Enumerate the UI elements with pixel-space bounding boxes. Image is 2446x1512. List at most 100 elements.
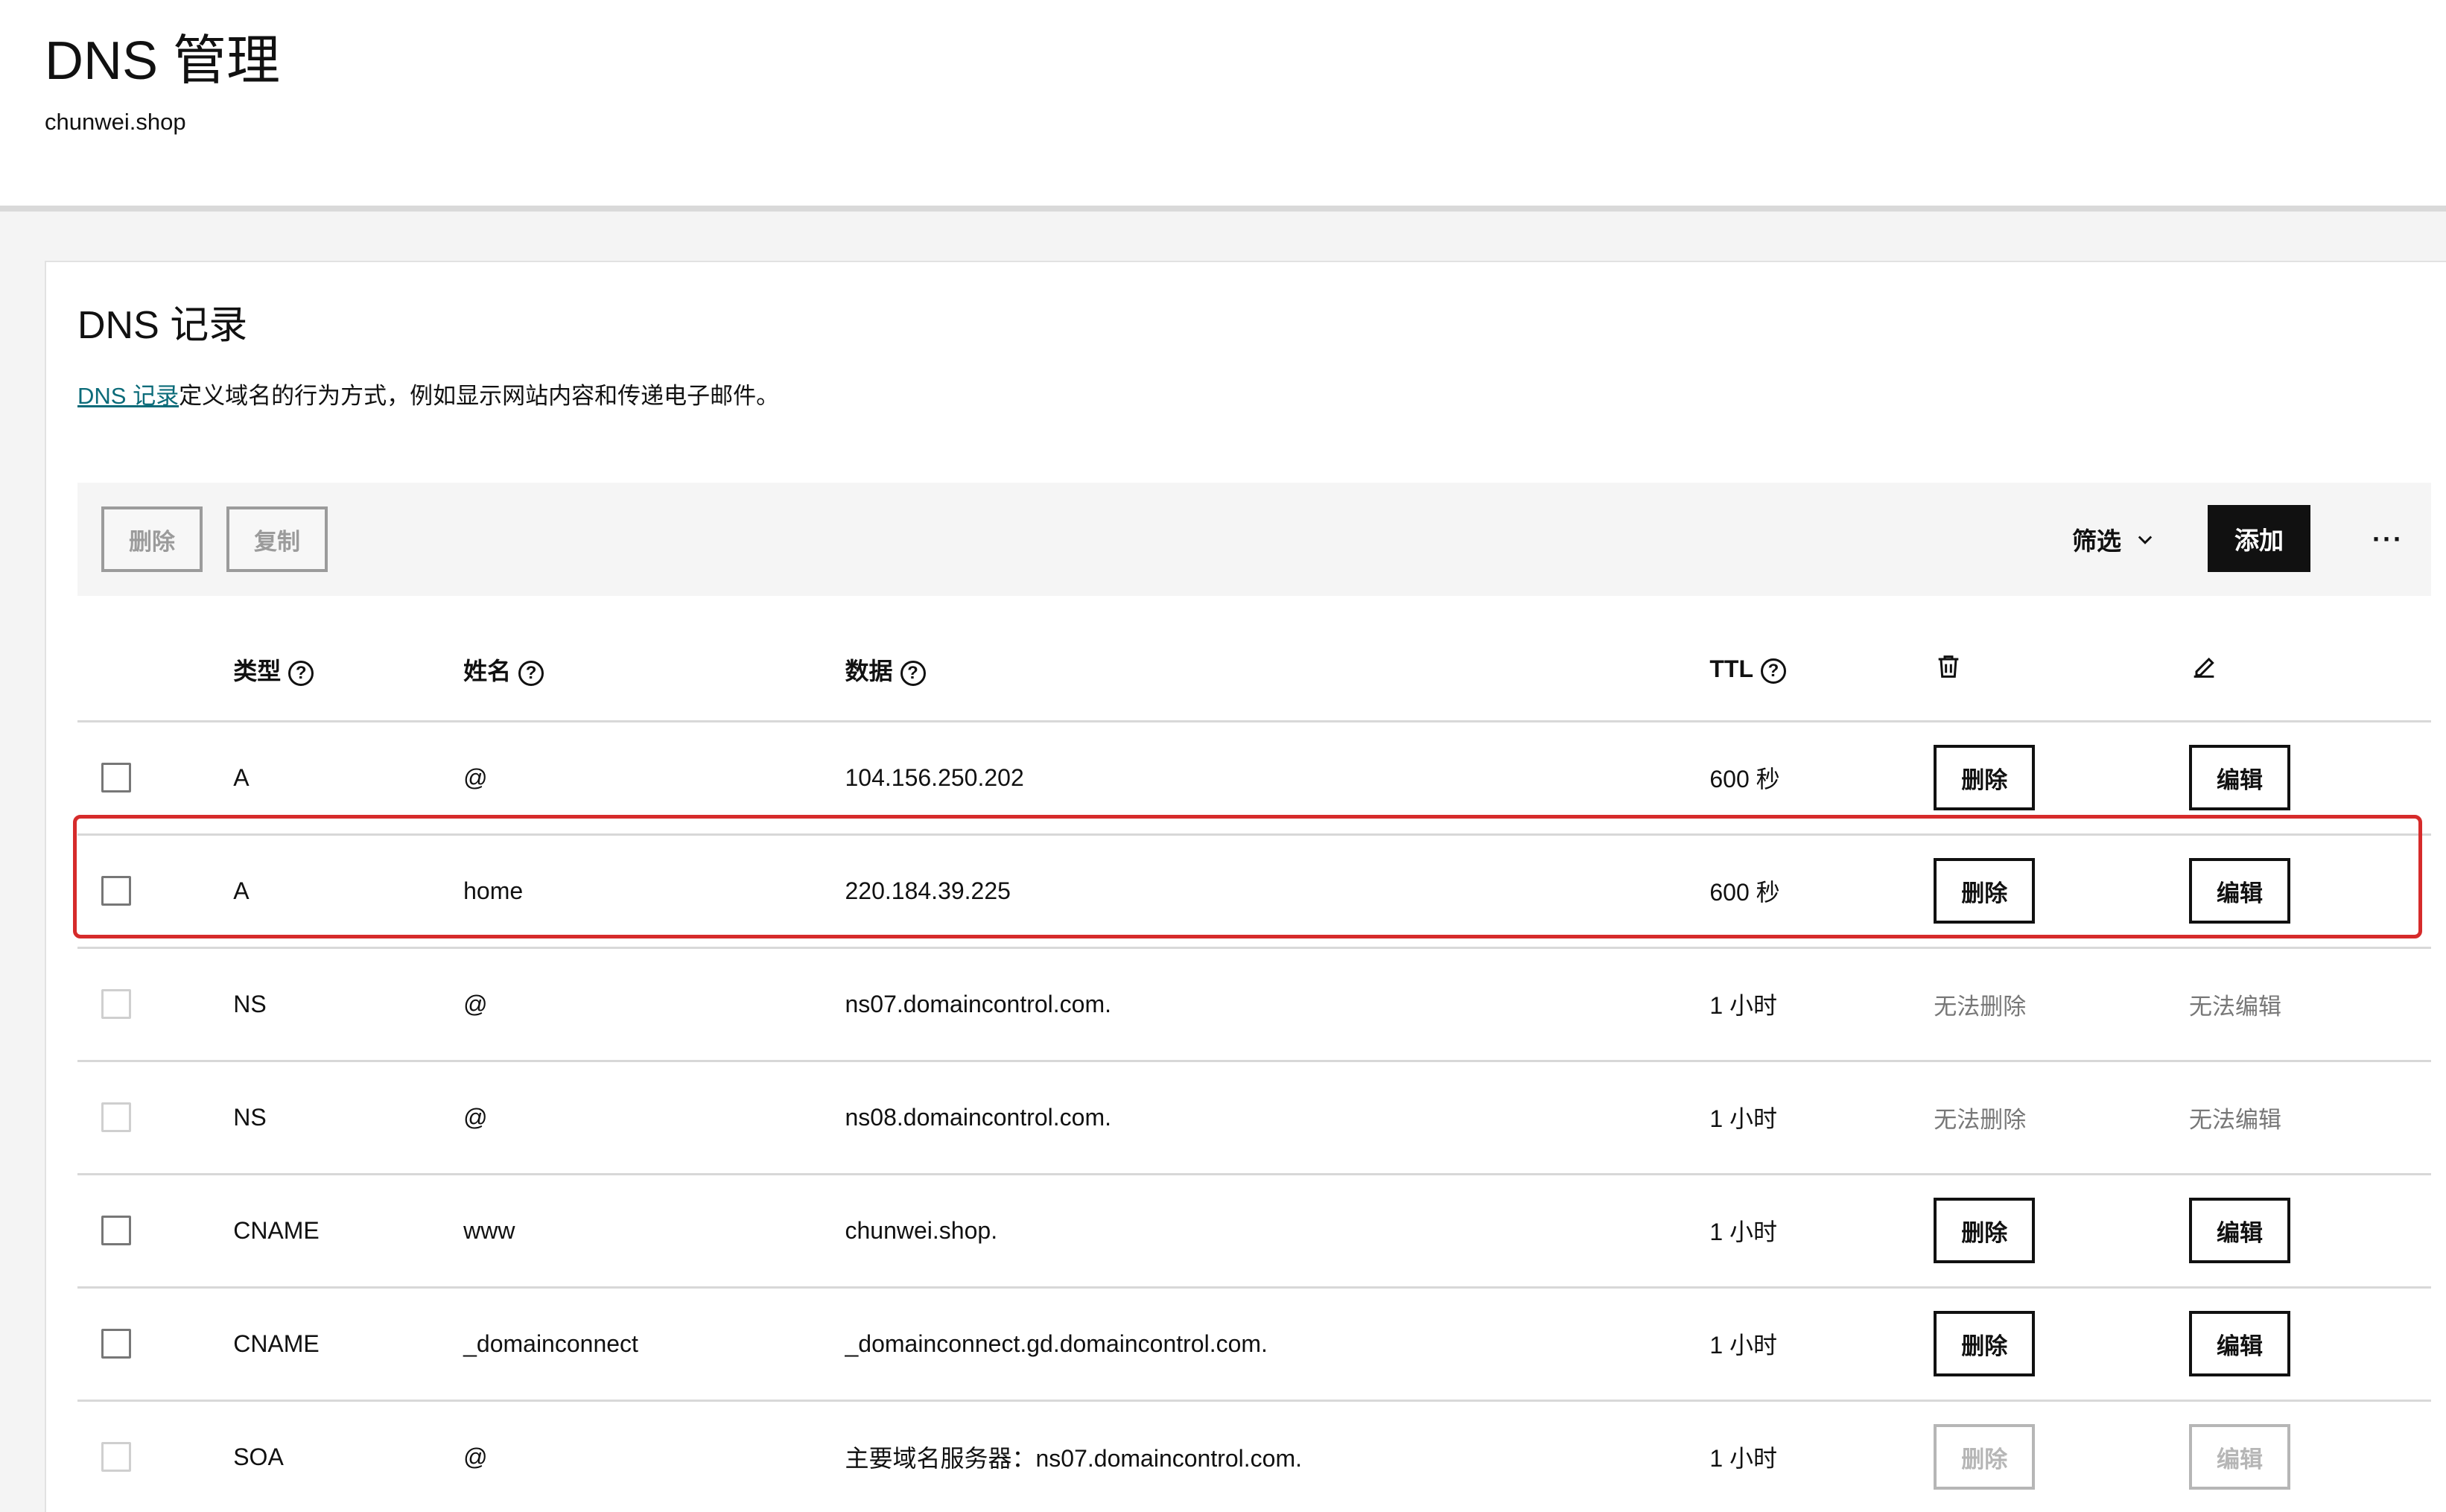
type-cell: A xyxy=(233,834,464,949)
row-checkbox[interactable] xyxy=(101,1329,131,1359)
page-header: DNS 管理 chunwei.shop xyxy=(0,0,2446,212)
toolbar: 删除 复制 筛选 添加 ··· xyxy=(77,483,2431,596)
type-cell: A xyxy=(233,721,464,836)
section-description: DNS 记录定义域名的行为方式，例如显示网站内容和传递电子邮件。 xyxy=(77,377,779,410)
data-cell: chunwei.shop. xyxy=(845,1174,1710,1289)
row-select-cell xyxy=(77,947,234,1062)
data-cell: 220.184.39.225 xyxy=(845,834,1710,949)
row-checkbox[interactable] xyxy=(101,876,131,906)
delete-cell: 无法删除 xyxy=(1934,947,2190,1062)
edit-button[interactable]: 编辑 xyxy=(2189,1198,2291,1263)
header-type-label: 类型 xyxy=(233,658,282,685)
cannot-edit-text: 无法编辑 xyxy=(2189,1106,2282,1133)
edit-cell: 编辑 xyxy=(2189,1400,2431,1512)
header-data: 数据? xyxy=(845,620,1710,722)
edit-cell: 无法编辑 xyxy=(2189,947,2431,1062)
type-cell: NS xyxy=(233,1061,464,1175)
delete-button-disabled: 删除 xyxy=(1934,1424,2036,1490)
edit-cell: 编辑 xyxy=(2189,1174,2431,1289)
ttl-cell: 1 小时 xyxy=(1709,1061,1934,1175)
edit-cell: 编辑 xyxy=(2189,1287,2431,1402)
row-checkbox-disabled xyxy=(101,1442,131,1472)
help-icon[interactable]: ? xyxy=(900,660,926,686)
bulk-delete-button[interactable]: 删除 xyxy=(101,506,203,572)
delete-button[interactable]: 删除 xyxy=(1934,1311,2036,1376)
copy-button[interactable]: 复制 xyxy=(226,506,328,572)
table-row: CNAME _domainconnect _domainconnect.gd.d… xyxy=(77,1287,2431,1402)
name-cell: www xyxy=(463,1174,845,1289)
data-cell: 104.156.250.202 xyxy=(845,721,1710,836)
domain-name: chunwei.shop xyxy=(45,109,186,135)
header-name: 姓名? xyxy=(463,620,845,722)
row-select-cell xyxy=(77,721,234,836)
help-icon[interactable]: ? xyxy=(1761,658,1786,684)
table-row: CNAME www chunwei.shop. 1 小时 删除 编辑 xyxy=(77,1174,2431,1289)
data-cell: _domainconnect.gd.domaincontrol.com. xyxy=(845,1287,1710,1402)
table-row: A @ 104.156.250.202 600 秒 删除 编辑 xyxy=(77,721,2431,836)
type-cell: NS xyxy=(233,947,464,1062)
name-cell: @ xyxy=(463,721,845,836)
ttl-cell: 600 秒 xyxy=(1709,834,1934,949)
ttl-cell: 1 小时 xyxy=(1709,1174,1934,1289)
data-cell: 主要域名服务器：ns07.domaincontrol.com. xyxy=(845,1400,1710,1512)
edit-cell: 无法编辑 xyxy=(2189,1061,2431,1175)
table-row: SOA @ 主要域名服务器：ns07.domaincontrol.com. 1 … xyxy=(77,1400,2431,1512)
edit-button[interactable]: 编辑 xyxy=(2189,745,2291,810)
table-row: NS @ ns08.domaincontrol.com. 1 小时 无法删除 无… xyxy=(77,1061,2431,1175)
header-type: 类型? xyxy=(233,620,464,722)
description-text: 定义域名的行为方式，例如显示网站内容和传递电子邮件。 xyxy=(179,383,780,409)
row-checkbox-disabled xyxy=(101,989,131,1019)
more-options-icon[interactable]: ··· xyxy=(2358,506,2418,572)
delete-cell: 删除 xyxy=(1934,1287,2190,1402)
name-cell: @ xyxy=(463,1400,845,1512)
type-cell: CNAME xyxy=(233,1174,464,1289)
header-ttl-label: TTL xyxy=(1709,655,1753,683)
name-cell: _domainconnect xyxy=(463,1287,845,1402)
edit-cell: 编辑 xyxy=(2189,721,2431,836)
filter-dropdown[interactable]: 筛选 xyxy=(2072,506,2156,572)
row-checkbox[interactable] xyxy=(101,1216,131,1245)
page-title: DNS 管理 xyxy=(45,31,281,91)
header-edit xyxy=(2189,620,2431,722)
table-row: NS @ ns07.domaincontrol.com. 1 小时 无法删除 无… xyxy=(77,947,2431,1062)
delete-button[interactable]: 删除 xyxy=(1934,858,2036,924)
ttl-cell: 1 小时 xyxy=(1709,1287,1934,1402)
cannot-edit-text: 无法编辑 xyxy=(2189,993,2282,1020)
delete-cell: 删除 xyxy=(1934,1174,2190,1289)
delete-cell: 删除 xyxy=(1934,1400,2190,1512)
ttl-cell: 1 小时 xyxy=(1709,1400,1934,1512)
delete-button[interactable]: 删除 xyxy=(1934,745,2036,810)
row-checkbox-disabled xyxy=(101,1102,131,1132)
header-name-label: 姓名 xyxy=(463,658,512,685)
type-cell: CNAME xyxy=(233,1287,464,1402)
row-select-cell xyxy=(77,1174,234,1289)
header-delete xyxy=(1934,620,2190,722)
cannot-delete-text: 无法删除 xyxy=(1934,1106,2027,1133)
row-select-cell xyxy=(77,1400,234,1512)
filter-label: 筛选 xyxy=(2072,527,2121,555)
header-select xyxy=(77,620,234,722)
edit-button[interactable]: 编辑 xyxy=(2189,1311,2291,1376)
chevron-down-icon xyxy=(2138,536,2153,544)
delete-button[interactable]: 删除 xyxy=(1934,1198,2036,1263)
help-icon[interactable]: ? xyxy=(518,660,544,686)
delete-cell: 删除 xyxy=(1934,834,2190,949)
row-checkbox[interactable] xyxy=(101,763,131,792)
name-cell: @ xyxy=(463,947,845,1062)
cannot-delete-text: 无法删除 xyxy=(1934,993,2027,1020)
dns-records-link[interactable]: DNS 记录 xyxy=(77,383,179,409)
edit-cell: 编辑 xyxy=(2189,834,2431,949)
help-icon[interactable]: ? xyxy=(288,660,314,686)
add-record-button[interactable]: 添加 xyxy=(2208,505,2310,572)
row-select-cell xyxy=(77,1287,234,1402)
name-cell: home xyxy=(463,834,845,949)
header-data-label: 数据 xyxy=(845,658,893,685)
data-cell: ns07.domaincontrol.com. xyxy=(845,947,1710,1062)
data-cell: ns08.domaincontrol.com. xyxy=(845,1061,1710,1175)
dns-records-table: 类型? 姓名? 数据? TTL? A @ 104.156.250.202 600… xyxy=(77,620,2431,1512)
delete-cell: 删除 xyxy=(1934,721,2190,836)
row-select-cell xyxy=(77,1061,234,1175)
pencil-icon xyxy=(2194,658,2214,679)
edit-button[interactable]: 编辑 xyxy=(2189,858,2291,924)
row-select-cell xyxy=(77,834,234,949)
